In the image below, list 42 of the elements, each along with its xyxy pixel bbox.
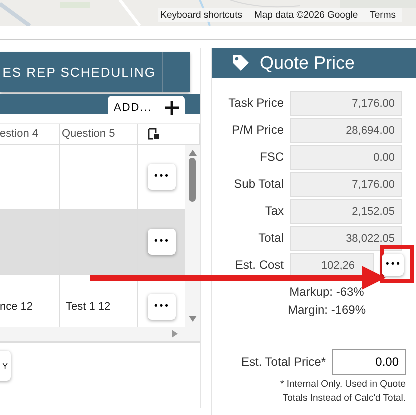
vertical-scrollbar[interactable] [185, 145, 200, 327]
panel-title: Quote Price [260, 52, 356, 74]
markup-text: Markup: -63% [288, 284, 366, 301]
field-label: Est. Cost [234, 258, 285, 272]
readonly-field: 28,694.00 [290, 118, 402, 142]
more-button[interactable]: ••• [148, 164, 176, 190]
scroll-right-icon[interactable] [172, 330, 178, 338]
column-chooser-icon[interactable] [148, 128, 160, 140]
highlight-box [380, 245, 414, 283]
tab-bar-background [163, 52, 190, 92]
field-label: FSC [259, 150, 285, 164]
more-button[interactable]: ••• [148, 294, 176, 320]
readonly-field: 38,022.05 [290, 226, 402, 250]
field-label: Est. Total Price* [242, 355, 326, 369]
input-field[interactable]: 0.00 [332, 349, 406, 375]
more-button[interactable]: ••• [382, 254, 404, 276]
field-label: Tax [264, 204, 285, 218]
column-header: estion 4 [0, 124, 60, 144]
readonly-field: 2,152.05 [290, 198, 402, 224]
scroll-up-icon[interactable] [188, 150, 196, 156]
readonly-field: 7,176.00 [290, 172, 402, 196]
field-label: Task Price [228, 96, 285, 110]
field-label: Sub Total [233, 177, 285, 191]
field-label: Total [258, 231, 285, 245]
map-attribution-link[interactable]: Terms [370, 10, 396, 20]
horizontal-scrollbar[interactable] [0, 327, 200, 343]
plus-icon [165, 101, 179, 115]
readonly-field: 7,176.00 [290, 90, 402, 116]
action-button[interactable]: Y [0, 351, 11, 381]
scrollbar-thumb[interactable] [189, 158, 196, 202]
map-attribution-link[interactable]: Keyboard shortcuts [160, 10, 242, 20]
more-button[interactable]: ••• [148, 229, 176, 255]
tab[interactable]: ES REP SCHEDULING [0, 52, 163, 92]
map-attribution-link[interactable]: Map data ©2026 Google [254, 10, 358, 20]
scroll-down-icon[interactable] [188, 316, 196, 322]
margin-text: Margin: -169% [286, 302, 368, 319]
tag-icon [232, 54, 250, 72]
field-label: P/M Price [230, 123, 285, 137]
footnote-text: * Internal Only. Used in Quote [280, 378, 406, 392]
footnote-text: Totals Instead of Calc'd Total. [282, 392, 406, 406]
readonly-field: 0.00 [290, 144, 402, 170]
column-header: Question 5 [60, 124, 138, 144]
